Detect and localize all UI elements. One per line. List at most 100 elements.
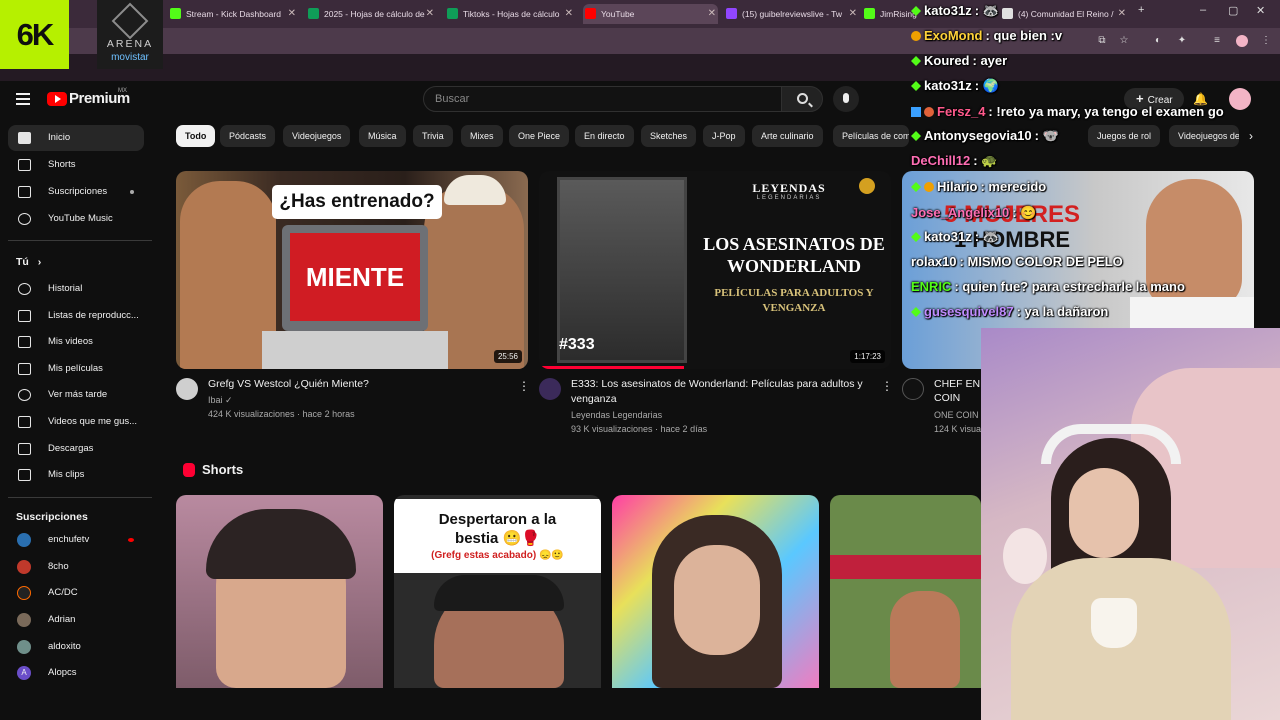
microphone-icon (843, 93, 849, 103)
sidebar-item-inicio[interactable]: Inicio (8, 125, 144, 151)
badge-icon (911, 56, 921, 66)
chips-next-chevron-icon[interactable]: › (1240, 125, 1262, 147)
chip-peliculas-comedia[interactable]: Películas de comedia (833, 125, 909, 147)
channel-name[interactable]: Leyendas Legendarias (571, 408, 662, 422)
chat-message: Jose_Angelix10: 😊 (911, 205, 1037, 220)
sidebar-item-historial[interactable]: Historial (8, 276, 144, 302)
short-card[interactable] (176, 495, 383, 688)
short-card[interactable] (612, 495, 819, 688)
channel-avatar (17, 613, 31, 627)
short-card[interactable]: Despertaron a la bestia 😬🥊 (Grefg estas … (394, 495, 601, 688)
close-tab-icon[interactable]: ✕ (849, 4, 857, 24)
chip-musica[interactable]: Música (359, 125, 406, 147)
menu-hamburger-icon[interactable] (16, 93, 30, 105)
sidebar-sub-aldoxito[interactable]: aldoxito (8, 634, 144, 660)
sidebar-sub-adrian[interactable]: Adrian (8, 607, 144, 633)
arena-movistar-logo: ARENA movistar (97, 0, 163, 69)
close-tab-icon[interactable]: ✕ (426, 4, 434, 24)
chip-todo[interactable]: Todo (176, 125, 216, 147)
sidebar-item-descargas[interactable]: Descargas (8, 436, 144, 462)
channel-avatar (17, 640, 31, 654)
chip-en-directo[interactable]: En directo (575, 125, 634, 147)
account-avatar[interactable] (1229, 88, 1251, 110)
sidebar-item-mis-clips[interactable]: Mis clips (8, 462, 144, 488)
search-button[interactable] (781, 86, 823, 112)
profile-avatar[interactable] (1236, 35, 1248, 47)
tab-sheets-tiktoks[interactable]: Tiktoks - Hojas de cálculo ✕ (445, 4, 575, 24)
taskbar-strip (0, 688, 981, 720)
channel-name[interactable]: Ibai ✓ (208, 393, 233, 407)
sidebar-sub-enchufetv[interactable]: enchufetv (8, 527, 144, 553)
video-title[interactable]: Grefg VS Westcol ¿Quién Miente? (208, 377, 508, 392)
close-tab-icon[interactable]: ✕ (1118, 4, 1126, 24)
video-title[interactable]: E333: Los asesinatos de Wonderland: Pelí… (571, 377, 871, 407)
minimize-button[interactable]: – (1200, 4, 1206, 16)
sidebar-sub-alopcs[interactable]: A Alopcs (8, 660, 144, 686)
puzzle-icon[interactable]: ✦ (1176, 35, 1188, 47)
chip-jpop[interactable]: J-Pop (703, 125, 745, 147)
sidebar-item-videos-gustan[interactable]: Videos que me gus... (8, 409, 144, 435)
tab-kick-dashboard[interactable]: Stream - Kick Dashboard ✕ (168, 4, 298, 24)
channel-avatar[interactable] (176, 378, 198, 400)
sidebar-you-heading[interactable]: Tú › (16, 256, 41, 268)
sidebar-item-listas[interactable]: Listas de reproducc... (8, 303, 144, 329)
chip-arte-culinario[interactable]: Arte culinario (752, 125, 823, 147)
channel-avatar[interactable] (539, 378, 561, 400)
short-caption-line1: Despertaron a la (438, 511, 557, 528)
site-icon (1002, 8, 1013, 19)
extension-icon[interactable]: ◐ (1152, 35, 1164, 47)
bookmarks-bar (0, 54, 1280, 81)
chip-sketches[interactable]: Sketches (641, 125, 697, 147)
chip-mixes[interactable]: Mixes (461, 125, 503, 147)
badge-icon (911, 131, 921, 141)
chip-trivia[interactable]: Trivia (413, 125, 453, 147)
sidebar-divider (8, 497, 152, 498)
menu-icon[interactable]: ⋮ (1260, 35, 1272, 47)
my-videos-icon (18, 336, 31, 348)
maximize-button[interactable]: ▢ (1228, 4, 1238, 17)
chip-one-piece[interactable]: One Piece (509, 125, 570, 147)
sidebar-item-mis-peliculas[interactable]: Mis películas (8, 356, 144, 382)
tab-youtube[interactable]: YouTube ✕ (583, 4, 718, 24)
new-tab-button[interactable]: + (1138, 4, 1144, 16)
tab-comunidad[interactable]: (4) Comunidad El Reino / ✕ (1000, 4, 1128, 24)
short-caption-line2: bestia 😬🥊 (455, 530, 540, 547)
clips-icon (18, 469, 31, 481)
video-thumbnail[interactable]: ¿Has entrenado? MIENTE 25:56 (176, 171, 528, 369)
badge-icon (911, 6, 921, 16)
chevron-right-icon: › (37, 256, 42, 268)
search-input[interactable]: Buscar (423, 86, 782, 112)
chat-message: DeChill12: 🐢 (911, 153, 998, 168)
tab-sheets-2025[interactable]: 2025 - Hojas de cálculo de ✕ (306, 4, 436, 24)
sidebar-item-shorts[interactable]: Shorts (8, 152, 144, 178)
video-options-icon[interactable]: ⋮ (518, 379, 530, 393)
chip-videojuegos[interactable]: Videojuegos (283, 125, 351, 147)
voice-search-button[interactable] (833, 86, 859, 112)
youtube-logo-icon[interactable] (47, 92, 67, 106)
address-bar[interactable]: ⧉ ☆ ◐ ✦ ≡ ⋮ (0, 28, 1280, 54)
sidebar-item-mis-videos[interactable]: Mis videos (8, 329, 144, 355)
video-thumbnail[interactable]: #333 LEYENDAS LEGENDARIAS LOS ASESINATOS… (539, 171, 891, 369)
channel-avatar[interactable] (902, 378, 924, 400)
install-icon[interactable]: ⧉ (1096, 35, 1108, 47)
sidebar-item-suscripciones[interactable]: Suscripciones (8, 179, 144, 205)
media-icon[interactable]: ≡ (1211, 35, 1223, 47)
close-window-button[interactable]: ✕ (1256, 4, 1265, 17)
chip-juegos-de-rol[interactable]: Juegos de rol (1088, 125, 1161, 147)
short-card[interactable] (830, 495, 981, 688)
sidebar-sub-acdc[interactable]: AC/DC (8, 580, 144, 606)
sidebar-item-youtube-music[interactable]: YouTube Music (8, 206, 144, 232)
chip-podcasts[interactable]: Pódcasts (220, 125, 276, 147)
close-tab-icon[interactable]: ✕ (708, 4, 716, 24)
close-tab-icon[interactable]: ✕ (288, 4, 296, 24)
chip-videojuegos-de[interactable]: Videojuegos de (1169, 125, 1239, 147)
channel-avatar (17, 560, 31, 574)
close-tab-icon[interactable]: ✕ (565, 4, 573, 24)
bookmark-star-icon[interactable]: ☆ (1118, 35, 1130, 47)
sidebar-item-ver-mas-tarde[interactable]: Ver más tarde (8, 382, 144, 408)
video-options-icon[interactable]: ⋮ (881, 379, 893, 393)
channel-name[interactable]: ONE COIN (934, 408, 979, 422)
chat-message: Hilario: merecido (911, 179, 1046, 194)
tab-twitch[interactable]: (15) guibelreviewslive - Tw ✕ (724, 4, 859, 24)
sidebar-sub-8cho[interactable]: 8cho (8, 554, 144, 580)
